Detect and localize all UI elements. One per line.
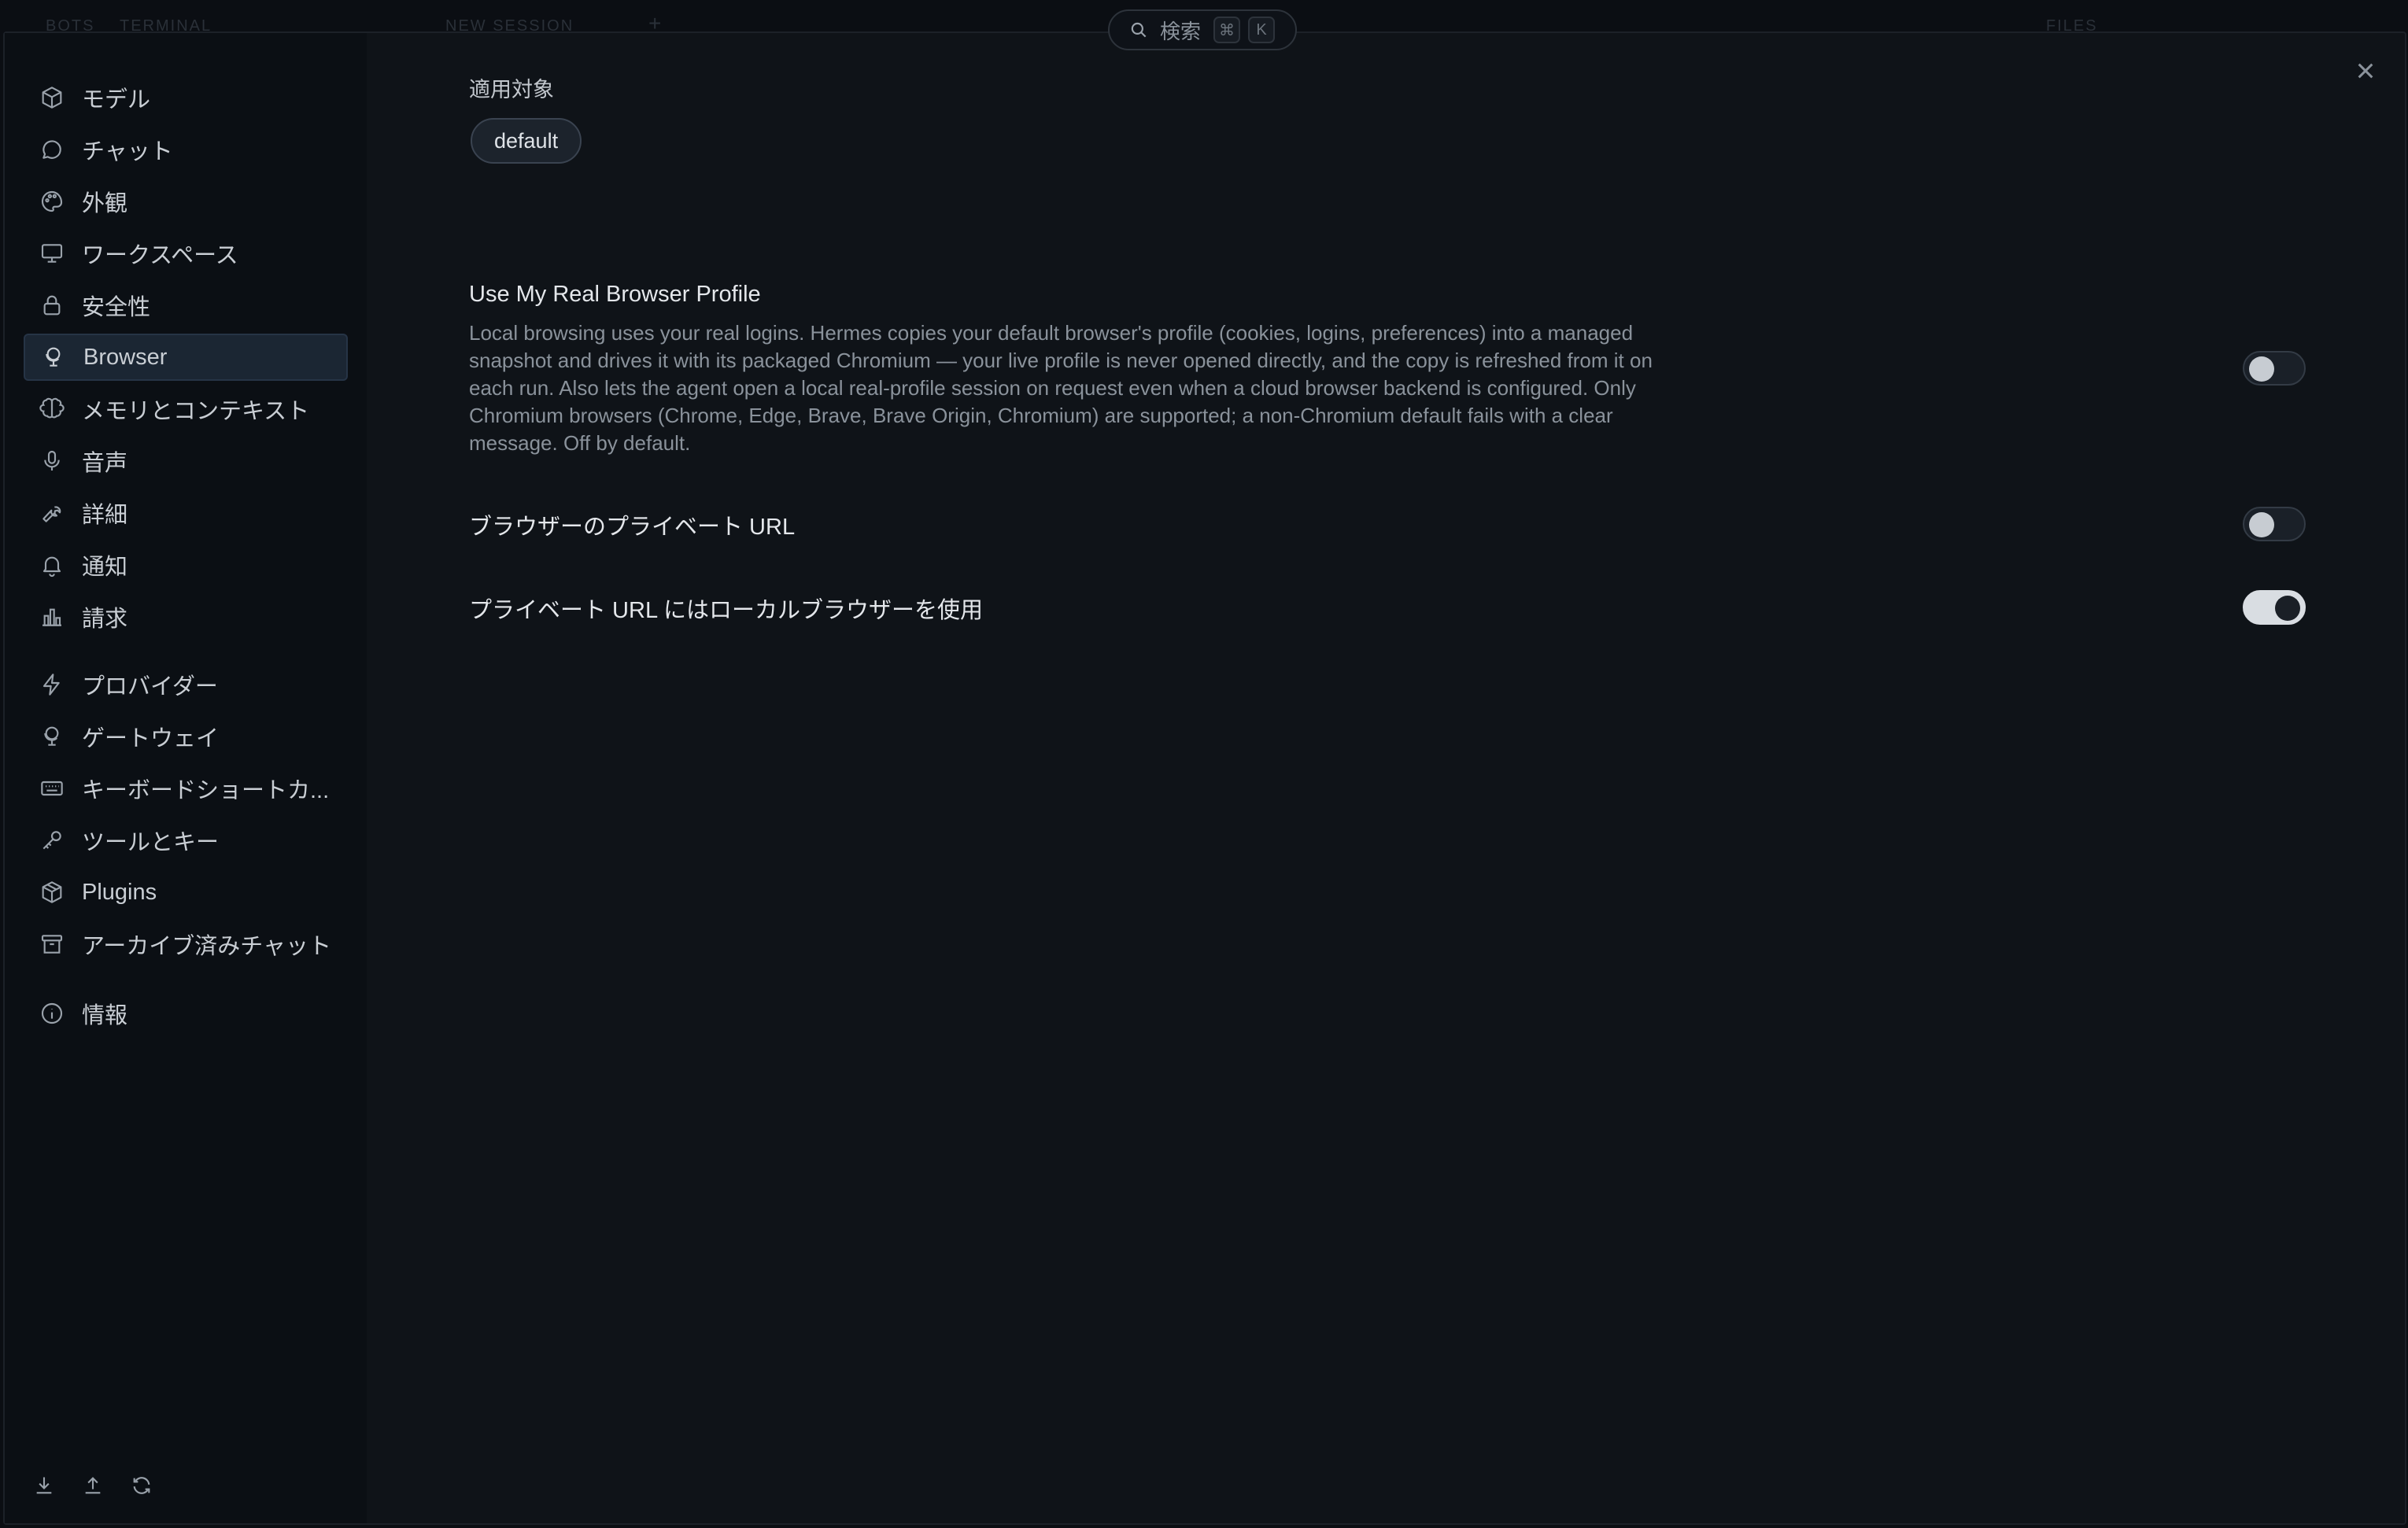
sidebar-item-keyboard-shortcuts[interactable]: キーボードショートカ... [24, 765, 348, 812]
sidebar-item-providers[interactable]: プロバイダー [24, 661, 348, 708]
wrench-icon [42, 506, 61, 522]
sidebar-item-label: ツールとキー [82, 830, 220, 855]
brain-icon [39, 397, 65, 419]
search-icon [1131, 22, 1147, 38]
browser-settings-panel: 適用対象 default Use My Real Browser Profile… [469, 33, 2358, 1523]
package-icon [42, 881, 62, 903]
sidebar-item-billing[interactable]: 請求 [24, 593, 348, 640]
sidebar-item-label: プロバイダー [82, 674, 218, 699]
sidebar-item-label: ゲートウェイ [82, 726, 220, 751]
sidebar-item-label: アーカイブ済みチャット [82, 934, 331, 959]
download-icon[interactable] [33, 1474, 55, 1497]
setting-title-real-browser-profile: Use My Real Browser Profile [469, 282, 761, 307]
applies-to-label: 適用対象 [469, 78, 554, 101]
info-icon [41, 1002, 63, 1024]
palette-icon [41, 190, 63, 212]
setting-title-browser-private-url: ブラウザーのプライベート URL [469, 515, 796, 540]
sidebar-item-tools-keys[interactable]: ツールとキー [24, 817, 348, 864]
sidebar-item-label: メモリとコンテキスト [82, 399, 310, 424]
toggle-browser-private-url[interactable] [2243, 507, 2306, 541]
shortcut-cmd-key: ⌘ [1213, 17, 1241, 43]
setting-title-local-browser-for-private-url: プライベート URL にはローカルブラウザーを使用 [469, 598, 984, 623]
sidebar-item-archived-chats[interactable]: アーカイブ済みチャット [24, 921, 348, 968]
sidebar-item-label: ワークスペース [82, 243, 238, 268]
sidebar-item-browser[interactable]: Browser [24, 334, 348, 381]
keyboard-icon [41, 781, 63, 796]
toggle-real-browser-profile[interactable] [2243, 351, 2306, 386]
profile-chip-default[interactable]: default [471, 118, 582, 164]
sidebar-item-label: 音声 [82, 451, 128, 476]
lock-icon [43, 295, 61, 316]
sidebar-item-memory-context[interactable]: メモリとコンテキスト [24, 386, 348, 433]
sidebar-item-about[interactable]: 情報 [24, 990, 348, 1037]
sidebar-item-plugins[interactable]: Plugins [24, 869, 348, 916]
sidebar-item-label: チャット [82, 139, 173, 164]
cube-icon [42, 87, 62, 109]
sidebar-item-chat[interactable]: チャット [24, 126, 348, 173]
microphone-icon [44, 450, 60, 471]
sidebar-item-label: 外観 [82, 191, 128, 216]
bell-icon [42, 556, 61, 577]
archive-icon [41, 935, 63, 954]
monitor-icon [41, 244, 63, 263]
sidebar-item-label: Browser [83, 344, 168, 370]
sidebar-item-label: 情報 [82, 1003, 128, 1028]
globe-stand-icon [44, 726, 59, 746]
sidebar-item-label: 詳細 [82, 503, 128, 528]
search-label: 検索 [1160, 19, 1202, 43]
sidebar-item-voice[interactable]: 音声 [24, 437, 348, 485]
chat-bubble-icon [42, 140, 61, 159]
refresh-icon[interactable] [131, 1474, 153, 1497]
sidebar-item-label: 請求 [82, 607, 128, 632]
bar-chart-icon [42, 608, 61, 626]
sidebar-item-label: モデル [82, 87, 151, 113]
toggle-local-browser-for-private-url[interactable] [2243, 590, 2306, 625]
sidebar-item-appearance[interactable]: 外観 [24, 178, 348, 225]
toggle-knob [2275, 596, 2300, 621]
sidebar-item-workspace[interactable]: ワークスペース [24, 230, 348, 277]
search-bar[interactable]: 検索 ⌘ K [1108, 9, 1297, 50]
sidebar-item-label: キーボードショートカ... [82, 778, 330, 803]
sidebar-item-label: 通知 [82, 555, 128, 580]
sidebar-item-label: 安全性 [82, 295, 151, 320]
key-icon [42, 831, 61, 850]
sidebar-item-label: Plugins [82, 879, 157, 905]
toggle-knob [2249, 356, 2274, 382]
shortcut-k-key: K [1248, 17, 1276, 43]
upload-icon[interactable] [82, 1474, 104, 1497]
lightning-icon [42, 674, 60, 696]
settings-sidebar: モデル チャット 外観 ワークスペース 安全性 Browser メモリとコンテキ… [5, 33, 367, 1523]
setting-description-real-browser-profile: Local browsing uses your real logins. He… [469, 321, 1653, 455]
sidebar-item-notifications[interactable]: 通知 [24, 541, 348, 589]
toggle-knob [2249, 512, 2274, 537]
sidebar-item-advanced[interactable]: 詳細 [24, 489, 348, 537]
sidebar-item-gateway[interactable]: ゲートウェイ [24, 713, 348, 760]
sidebar-footer-actions [33, 1474, 153, 1497]
sidebar-item-safety[interactable]: 安全性 [24, 282, 348, 329]
settings-modal: モデル チャット 外観 ワークスペース 安全性 Browser メモリとコンテキ… [3, 31, 2406, 1525]
sidebar-item-model[interactable]: モデル [24, 74, 348, 121]
globe-stand-icon [46, 347, 61, 367]
